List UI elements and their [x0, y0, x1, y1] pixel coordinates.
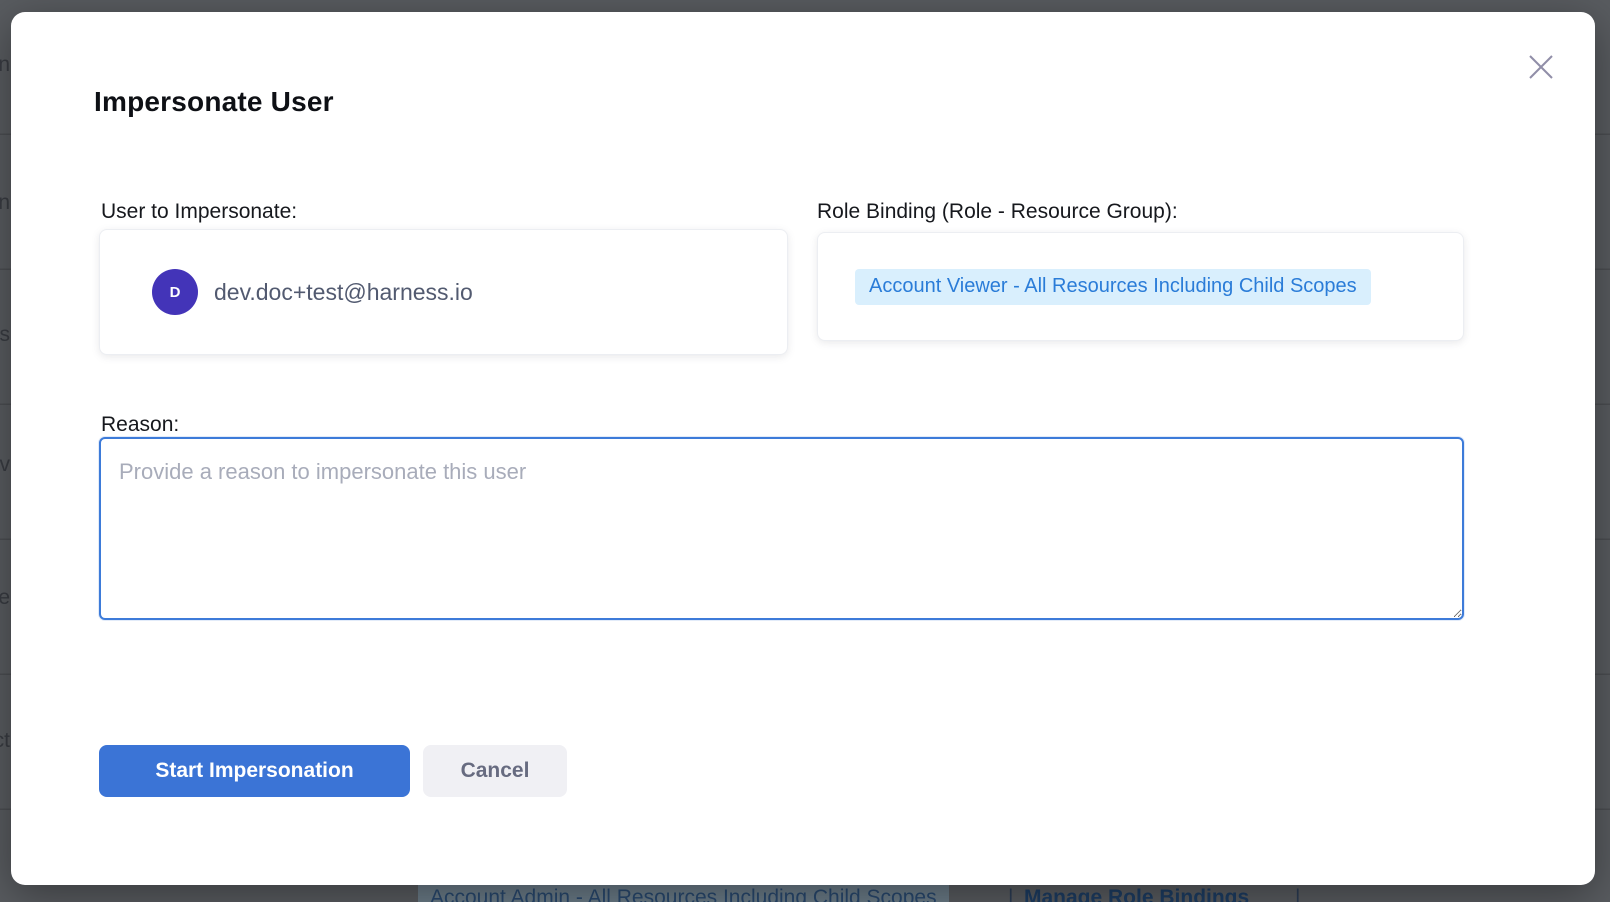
occluded-text-fragment: n [0, 190, 10, 216]
separator: | [1295, 886, 1300, 902]
user-card: D dev.doc+test@harness.io [99, 229, 788, 355]
start-impersonation-button[interactable]: Start Impersonation [99, 745, 410, 797]
role-binding-badge: Account Viewer - All Resources Including… [855, 269, 1371, 305]
reason-label: Reason: [101, 413, 179, 437]
occluded-text-fragment: ct [0, 728, 10, 754]
dialog-title: Impersonate User [94, 86, 334, 118]
manage-role-bindings-link: Manage Role Bindings [1024, 886, 1249, 902]
occluded-text-fragment: ev [0, 452, 10, 478]
user-email: dev.doc+test@harness.io [214, 279, 473, 306]
close-button[interactable] [1525, 52, 1557, 84]
role-binding-card: Account Viewer - All Resources Including… [817, 232, 1464, 341]
reason-input[interactable] [99, 437, 1464, 620]
occluded-text-fragment: n [0, 52, 10, 78]
role-binding-badge-background: Account Admin - All Resources Including … [418, 885, 949, 902]
occluded-text-fragment: ve [0, 585, 10, 611]
occluded-table-row: Account Admin - All Resources Including … [0, 885, 1610, 902]
role-binding-label: Role Binding (Role - Resource Group): [817, 200, 1178, 224]
occluded-text-fragment: s [0, 322, 10, 348]
impersonate-user-dialog: Impersonate User User to Impersonate: D … [11, 12, 1595, 885]
close-icon [1526, 52, 1556, 82]
cancel-button[interactable]: Cancel [423, 745, 567, 797]
separator: | [1008, 886, 1013, 902]
dialog-actions: Start Impersonation Cancel [99, 745, 567, 797]
user-avatar: D [152, 269, 198, 315]
user-to-impersonate-label: User to Impersonate: [101, 200, 297, 224]
